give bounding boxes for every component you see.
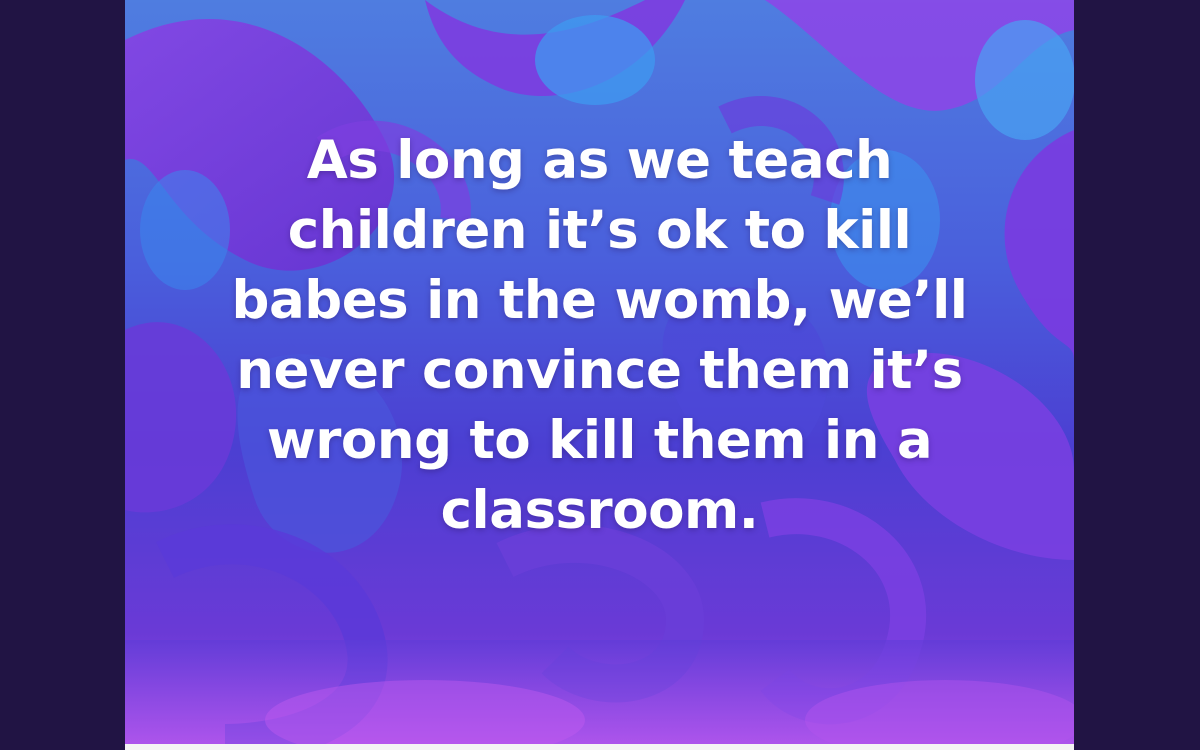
quote-line-4: never convince them it’s xyxy=(236,340,963,401)
quote-line-3: babes in the womb, we’ll xyxy=(231,270,968,331)
quote-text: As long as we teach children it’s ok to … xyxy=(125,126,1074,546)
post-image: As long as we teach children it’s ok to … xyxy=(125,0,1074,744)
image-viewer: As long as we teach children it’s ok to … xyxy=(0,0,1200,750)
quote-line-6: classroom. xyxy=(440,480,759,541)
quote-line-2: children it’s ok to kill xyxy=(287,200,912,261)
quote-line-5: wrong to kill them in a xyxy=(266,410,933,471)
image-bottom-edge xyxy=(125,744,1074,750)
quote-line-1: As long as we teach xyxy=(306,130,893,191)
